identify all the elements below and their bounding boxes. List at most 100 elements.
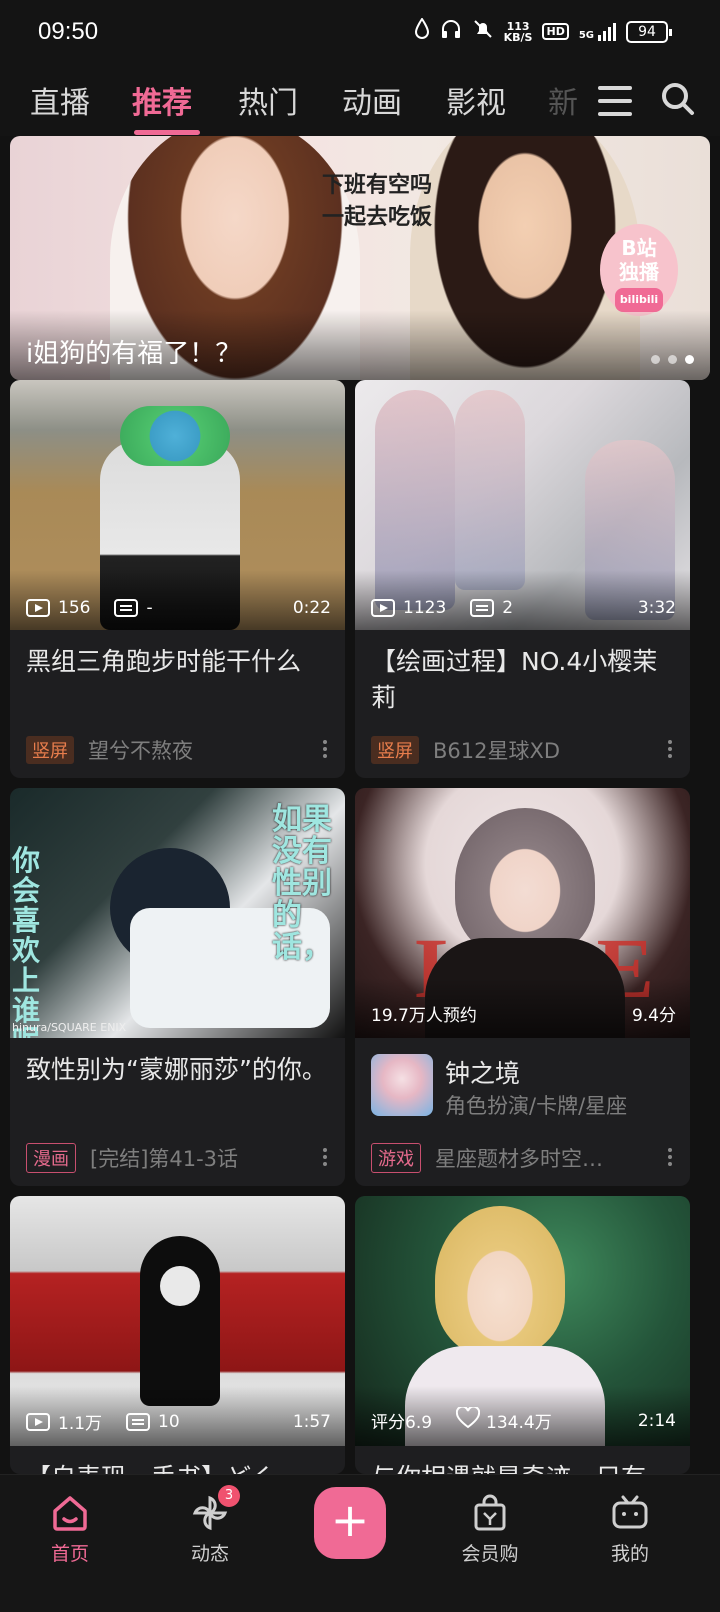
manga-overlay-text-right: 如果没有性别的话， <box>272 802 332 965</box>
danmaku-icon <box>114 599 139 617</box>
video-stats: 1.1万 10 1:57 <box>26 1409 331 1434</box>
home-icon <box>20 1491 120 1535</box>
more-icon[interactable] <box>668 740 672 758</box>
video-duration: 2:14 <box>637 1410 676 1431</box>
game-name: 钟之境 <box>445 1059 521 1088</box>
drop-icon <box>414 17 430 45</box>
banner-carousel[interactable]: 下班有空吗 一起去吃饭 B站 独播 bilibili i姐狗的有福了！？ <box>10 136 710 380</box>
network-speed: 113 KB/S <box>504 21 533 43</box>
video-thumbnail: 1123 2 3:32 <box>355 380 690 630</box>
clock: 09:50 <box>38 18 99 45</box>
video-card[interactable]: 评分6.9 134.4万 2:14 与你相遇就是奇迹，只有 <box>355 1196 690 1474</box>
manga-credit: hinura/SQUARE ENIX <box>12 1021 127 1034</box>
video-card[interactable]: 1.1万 10 1:57 【自表现、手书】どく <box>10 1196 345 1474</box>
card-footer: 漫画 [完结]第41-3话 <box>10 1130 345 1186</box>
danmaku-count: 10 <box>158 1411 180 1432</box>
video-thumbnail: 1.1万 10 1:57 <box>10 1196 345 1446</box>
video-stats: 156 - 0:22 <box>26 598 331 618</box>
tab-anime[interactable]: 动画 <box>342 78 402 122</box>
danmaku-icon <box>126 1412 151 1431</box>
exclusive-badge: B站 独播 bilibili <box>600 224 678 316</box>
network-type: 5G <box>578 29 594 41</box>
manga-card[interactable]: 如果没有性别的话， 你会喜欢上谁呢 hinura/SQUARE ENIX 致性别… <box>10 788 345 1186</box>
category-tabs: 直播 推荐 热门 动画 影视 新 <box>0 64 720 136</box>
game-icon <box>371 1054 433 1116</box>
active-tab-indicator <box>134 130 200 135</box>
video-stats: 评分6.9 134.4万 2:14 <box>371 1405 676 1434</box>
nav-shop-label: 会员购 <box>461 1543 519 1565</box>
play-count-icon <box>26 1412 50 1431</box>
manga-overlay-text-left: 你会喜欢上谁呢 <box>12 844 41 1039</box>
nav-mine-label: 我的 <box>610 1543 649 1565</box>
video-card[interactable]: 156 - 0:22 黑组三角跑步时能干什么 竖屏 望兮不熬夜 <box>10 380 345 778</box>
manga-tag: 漫画 <box>26 1143 76 1173</box>
tab-hot[interactable]: 热门 <box>238 78 298 122</box>
nav-shop[interactable]: 会员购 <box>440 1491 540 1566</box>
nav-home-label: 首页 <box>50 1543 89 1565</box>
tab-recommend[interactable]: 推荐 <box>132 78 192 122</box>
speed-unit: KB/S <box>503 30 533 44</box>
play-count-icon <box>371 599 395 617</box>
vertical-tag: 竖屏 <box>371 736 419 764</box>
mute-bell-icon <box>472 18 494 45</box>
video-thumbnail: 156 - 0:22 <box>10 380 345 630</box>
vertical-tag: 竖屏 <box>26 736 74 764</box>
view-count: 1123 <box>403 598 447 618</box>
hd-badge: HD <box>542 23 569 40</box>
status-bar: 09:50 113 KB/S HD 5G 94 <box>0 0 720 64</box>
card-footer: 竖屏 望兮不熬夜 <box>10 722 345 778</box>
badge-line2: 独播 <box>619 260 659 284</box>
badge-brand: bilibili <box>615 288 663 312</box>
video-title: 黑组三角跑步时能干什么 <box>26 647 302 676</box>
game-card[interactable]: LARE 19.7万人预约 9.4分 钟之境 角色扮演/卡牌/星座 游戏 星座题… <box>355 788 690 1186</box>
publish-button[interactable]: + <box>314 1487 386 1559</box>
search-icon[interactable] <box>660 81 696 117</box>
reservation-count: 19.7万人预约 <box>371 1006 477 1026</box>
more-icon[interactable] <box>668 1148 672 1166</box>
nav-dynamic[interactable]: 3 动态 <box>160 1485 260 1566</box>
nav-mine[interactable]: 我的 <box>580 1491 680 1566</box>
bottom-nav: 首页 3 动态 + 会员购 我的 <box>0 1474 720 1612</box>
shopping-bag-icon <box>440 1491 540 1535</box>
uploader-name[interactable]: 望兮不熬夜 <box>88 735 193 765</box>
game-tag: 游戏 <box>371 1143 421 1173</box>
danmaku-count: - <box>146 598 153 618</box>
video-card[interactable]: 1123 2 3:32 【绘画过程】NO.4小樱茉莉 竖屏 B612星球XD <box>355 380 690 778</box>
video-title: 与你相遇就是奇迹，只有 <box>355 1446 690 1474</box>
tab-new-partial[interactable]: 新 <box>548 78 578 122</box>
video-duration: 3:32 <box>637 598 676 618</box>
card-footer: 游戏 星座题材多时空… <box>355 1130 690 1186</box>
like-count: 134.4万 <box>486 1413 552 1433</box>
headphone-icon <box>440 18 462 45</box>
nav-dynamic-label: 动态 <box>190 1543 229 1565</box>
danmaku-count: 2 <box>502 598 514 618</box>
play-count-icon <box>26 599 50 617</box>
game-desc: 星座题材多时空… <box>435 1147 603 1171</box>
manga-title: 致性别为“蒙娜丽莎”的你。 <box>26 1055 327 1084</box>
nav-home[interactable]: 首页 <box>20 1491 120 1566</box>
more-icon[interactable] <box>323 740 327 758</box>
game-cover: LARE 19.7万人预约 9.4分 <box>355 788 690 1038</box>
menu-icon[interactable] <box>598 86 632 116</box>
video-duration: 0:22 <box>292 598 331 618</box>
chapter-info: [完结]第41-3话 <box>90 1147 239 1171</box>
tab-film[interactable]: 影视 <box>446 78 506 122</box>
game-info: 钟之境 角色扮演/卡牌/星座 <box>355 1038 690 1130</box>
game-genre: 角色扮演/卡牌/星座 <box>445 1094 628 1118</box>
view-count: 156 <box>58 598 91 618</box>
video-title: 【自表现、手书】どく <box>10 1446 345 1474</box>
carousel-dots <box>651 355 694 364</box>
game-stats: 19.7万人预约 9.4分 <box>371 1001 676 1026</box>
video-stats: 1123 2 3:32 <box>371 598 676 618</box>
status-icons: 113 KB/S HD 5G 94 <box>414 17 672 45</box>
tab-live[interactable]: 直播 <box>30 78 90 122</box>
battery-indicator: 94 <box>626 20 672 43</box>
dynamic-badge: 3 <box>218 1485 240 1507</box>
tv-icon <box>580 1491 680 1535</box>
banner-caption: i姐狗的有福了！？ <box>26 339 242 369</box>
video-thumbnail: 评分6.9 134.4万 2:14 <box>355 1196 690 1446</box>
uploader-name[interactable]: B612星球XD <box>433 735 560 765</box>
more-icon[interactable] <box>323 1148 327 1166</box>
video-title: 【绘画过程】NO.4小樱茉莉 <box>371 647 658 712</box>
danmaku-icon <box>470 599 495 617</box>
